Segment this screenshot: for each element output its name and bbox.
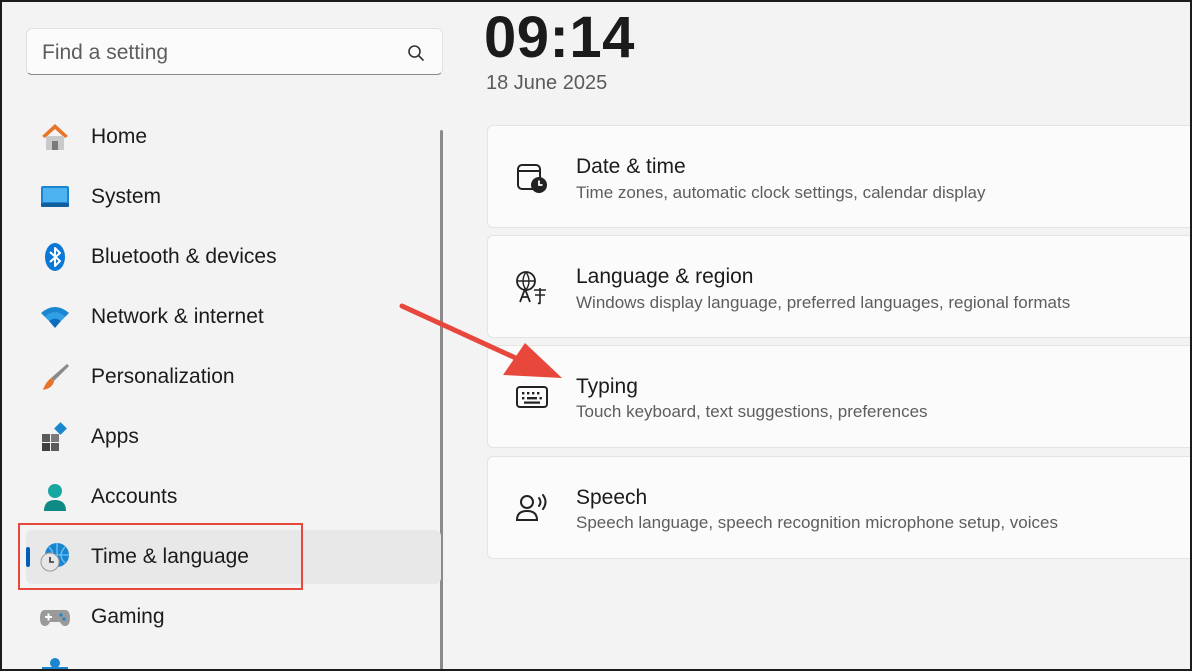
calendar-clock-icon bbox=[517, 164, 547, 193]
accounts-icon bbox=[44, 484, 66, 511]
card-speech[interactable]: Speech Speech language, speech recogniti… bbox=[487, 456, 1192, 559]
sidebar-item-home[interactable]: Home bbox=[26, 110, 441, 164]
card-title: Typing bbox=[576, 375, 638, 398]
card-title: Language & region bbox=[576, 265, 754, 288]
sidebar-item-label: Bluetooth & devices bbox=[91, 245, 277, 268]
system-icon bbox=[41, 186, 69, 207]
card-title: Speech bbox=[576, 486, 648, 509]
home-icon bbox=[42, 124, 68, 150]
sidebar: Find a setting Home System Bluetooth & d… bbox=[0, 0, 445, 671]
card-description: Speech language, speech recognition micr… bbox=[576, 513, 1058, 532]
sidebar-item-label: System bbox=[91, 185, 162, 208]
sidebar-item-label: Apps bbox=[91, 425, 139, 448]
card-description: Windows display language, preferred lang… bbox=[576, 293, 1071, 312]
card-title: Date & time bbox=[576, 155, 686, 178]
gamepad-icon bbox=[40, 610, 70, 626]
sidebar-item-network[interactable]: Network & internet bbox=[26, 290, 441, 344]
card-description: Touch keyboard, text suggestions, prefer… bbox=[576, 402, 928, 421]
language-icon bbox=[516, 271, 546, 305]
sidebar-item-label: Network & internet bbox=[91, 305, 264, 328]
sidebar-item-label: Home bbox=[91, 125, 148, 148]
bluetooth-icon bbox=[45, 243, 65, 271]
search-placeholder: Find a setting bbox=[42, 41, 169, 64]
card-description: Time zones, automatic clock settings, ca… bbox=[576, 183, 986, 202]
wifi-icon bbox=[41, 307, 69, 328]
sidebar-item-label: Gaming bbox=[91, 605, 165, 628]
card-date-time[interactable]: Date & time Time zones, automatic clock … bbox=[487, 125, 1192, 228]
brush-icon bbox=[43, 364, 69, 390]
apps-icon bbox=[42, 422, 67, 451]
sidebar-item-system[interactable]: System bbox=[26, 170, 441, 224]
sidebar-item-label: Personalization bbox=[91, 365, 235, 388]
sidebar-item-bluetooth[interactable]: Bluetooth & devices bbox=[26, 230, 441, 284]
keyboard-icon bbox=[516, 386, 548, 408]
current-time: 09:14 bbox=[484, 5, 635, 70]
speech-icon bbox=[515, 494, 547, 521]
current-date: 18 June 2025 bbox=[486, 72, 608, 94]
sidebar-item-apps[interactable]: Apps bbox=[26, 410, 441, 464]
sidebar-item-accounts[interactable]: Accounts bbox=[26, 470, 441, 524]
sidebar-item-label: Accounts bbox=[91, 485, 178, 508]
card-typing[interactable]: Typing Touch keyboard, text suggestions,… bbox=[487, 345, 1192, 448]
card-language-region[interactable]: Language & region Windows display langua… bbox=[487, 235, 1192, 338]
search-icon[interactable] bbox=[406, 43, 426, 63]
sidebar-item-personalization[interactable]: Personalization bbox=[26, 350, 441, 404]
sidebar-item-gaming[interactable]: Gaming bbox=[26, 590, 441, 644]
annotation-highlight-box bbox=[18, 523, 303, 590]
search-input[interactable]: Find a setting bbox=[26, 28, 443, 75]
accessibility-icon bbox=[42, 658, 68, 671]
